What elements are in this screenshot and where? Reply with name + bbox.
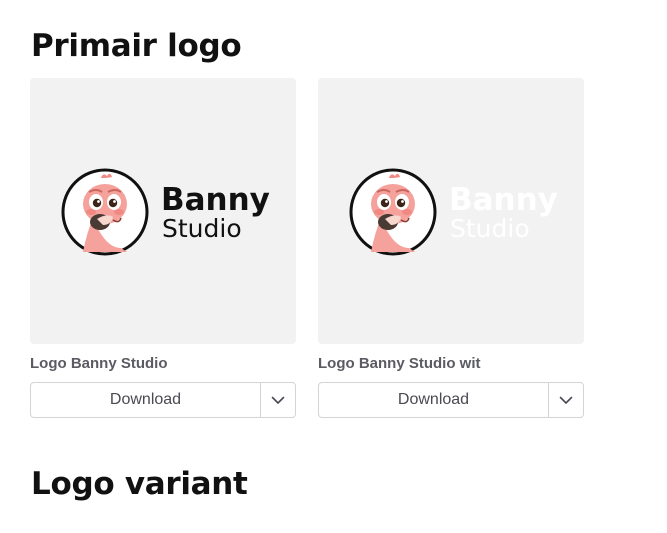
logo-card-title: Logo Banny Studio wit bbox=[318, 355, 481, 372]
banny-studio-logo-white: Banny Studio bbox=[349, 168, 558, 256]
logo-preview[interactable]: Banny Studio bbox=[30, 78, 296, 344]
flamingo-mascot-icon bbox=[61, 168, 149, 256]
download-split-button: Download bbox=[318, 382, 584, 418]
banny-studio-logo: Banny Studio bbox=[61, 168, 270, 256]
logo-word-studio: Studio bbox=[450, 214, 530, 243]
brand-assets-page: Primair logo Banny Studio Logo Banny Stu… bbox=[0, 0, 667, 533]
logo-word-banny: Banny bbox=[161, 182, 270, 218]
chevron-down-icon bbox=[271, 396, 285, 404]
chevron-down-icon bbox=[559, 396, 573, 404]
logo-preview[interactable]: Banny Studio bbox=[318, 78, 584, 344]
section-title-primary-logo: Primair logo bbox=[31, 28, 242, 64]
logo-card-title: Logo Banny Studio bbox=[30, 355, 168, 372]
logo-card-banny-studio-white: Banny Studio Logo Banny Studio wit Downl… bbox=[318, 78, 584, 418]
flamingo-mascot-icon bbox=[349, 168, 437, 256]
download-options-toggle[interactable] bbox=[260, 383, 295, 417]
download-button[interactable]: Download bbox=[31, 383, 260, 417]
download-button[interactable]: Download bbox=[319, 383, 548, 417]
logo-card-banny-studio: Banny Studio Logo Banny Studio Download bbox=[30, 78, 296, 418]
logo-word-banny: Banny bbox=[449, 182, 558, 218]
download-options-toggle[interactable] bbox=[548, 383, 583, 417]
section-title-logo-variant: Logo variant bbox=[31, 466, 248, 502]
download-split-button: Download bbox=[30, 382, 296, 418]
logo-word-studio: Studio bbox=[162, 214, 242, 243]
